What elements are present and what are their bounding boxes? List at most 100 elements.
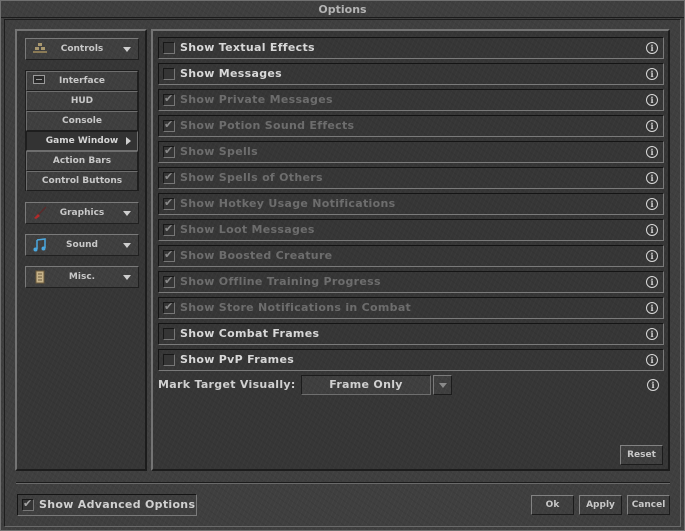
option-label: Show Textual Effects <box>180 41 315 54</box>
check-icon: ✔ <box>164 248 174 261</box>
chevron-down-icon <box>123 275 131 280</box>
checkbox: ✔ <box>163 222 175 236</box>
scroll-icon <box>32 270 48 284</box>
option-row: ✔ Show Private Messages i <box>158 89 664 111</box>
music-note-icon <box>32 238 48 252</box>
option-label: Show Potion Sound Effects <box>180 119 355 132</box>
checkbox: ✔ <box>163 274 175 288</box>
option-row[interactable]: Show Messages i <box>158 63 664 85</box>
sub-item-label: Action Bars <box>52 156 112 166</box>
option-label: Show Hotkey Usage Notifications <box>180 197 396 210</box>
option-row: ✔ Show Spells i <box>158 141 664 163</box>
check-icon: ✔ <box>164 300 174 313</box>
mark-target-dropdown-button[interactable] <box>433 375 452 395</box>
checkbox[interactable] <box>163 68 175 80</box>
sub-item-action-bars[interactable]: Action Bars <box>26 151 138 171</box>
nav-group-label: Controls <box>60 44 104 54</box>
info-icon[interactable]: i <box>646 302 658 314</box>
category-nav-panel: Controls Interface HUD Console Game Wind… <box>15 29 147 471</box>
check-icon: ✔ <box>164 274 174 287</box>
game-window-options-panel: Show Textual Effects i Show Messages i ✔ Show… <box>151 29 670 471</box>
mark-target-value: Frame Only <box>329 378 403 391</box>
option-row[interactable]: Show Combat Frames i <box>158 323 664 345</box>
controls-icon <box>32 42 48 56</box>
info-icon[interactable]: i <box>646 354 658 366</box>
checkbox-label: Show Advanced Options <box>39 498 196 511</box>
option-row[interactable]: Show PvP Frames i <box>158 349 664 371</box>
option-label: Show Spells of Others <box>180 171 323 184</box>
sub-item-console[interactable]: Console <box>26 111 138 131</box>
sub-item-control-buttons[interactable]: Control Buttons <box>26 171 138 191</box>
option-row: ✔ Show Spells of Others i <box>158 167 664 189</box>
sub-item-label: Game Window <box>45 136 119 146</box>
checkbox[interactable] <box>163 328 175 340</box>
sub-item-label: Control Buttons <box>41 176 123 186</box>
nav-group-graphics[interactable]: Graphics <box>25 202 139 224</box>
check-icon: ✔ <box>164 144 174 157</box>
sub-item-label: HUD <box>70 96 94 106</box>
interface-icon <box>33 75 45 84</box>
info-icon[interactable]: i <box>646 276 658 288</box>
info-icon[interactable]: i <box>646 42 658 54</box>
checkbox: ✔ <box>163 118 175 132</box>
info-icon[interactable]: i <box>646 224 658 236</box>
check-icon: ✔ <box>164 222 174 235</box>
info-icon[interactable]: i <box>646 120 658 132</box>
option-label: Show Boosted Creature <box>180 249 333 262</box>
option-label: Show Messages <box>180 67 283 80</box>
option-row[interactable]: Show Textual Effects i <box>158 37 664 59</box>
info-icon[interactable]: i <box>646 198 658 210</box>
checkbox[interactable] <box>163 354 175 366</box>
info-icon[interactable]: i <box>646 94 658 106</box>
checkbox: ✔ <box>163 92 175 106</box>
checkbox[interactable]: ✔ <box>22 497 34 511</box>
option-label: Show Offline Training Progress <box>180 275 381 288</box>
option-label: Show Spells <box>180 145 258 158</box>
checkbox: ✔ <box>163 248 175 262</box>
checkbox: ✔ <box>163 300 175 314</box>
window-title: Options <box>1 1 684 18</box>
option-label: Show Store Notifications in Combat <box>180 301 412 314</box>
info-icon[interactable]: i <box>646 172 658 184</box>
info-icon[interactable]: i <box>646 328 658 340</box>
option-row: ✔ Show Offline Training Progress i <box>158 271 664 293</box>
chevron-down-icon <box>439 383 447 388</box>
option-row: ✔ Show Loot Messages i <box>158 219 664 241</box>
nav-group-label: Sound <box>66 240 98 250</box>
footer-divider <box>16 482 670 484</box>
ok-button[interactable]: Ok <box>531 495 574 515</box>
info-icon[interactable]: i <box>646 146 658 158</box>
nav-group-controls[interactable]: Controls <box>25 38 139 60</box>
option-label: Show Combat Frames <box>180 327 320 340</box>
show-advanced-options-checkbox[interactable]: ✔ Show Advanced Options <box>17 494 197 516</box>
mark-target-select[interactable]: Frame Only <box>301 375 431 395</box>
nav-group-misc[interactable]: Misc. <box>25 266 139 288</box>
check-icon: ✔ <box>164 92 174 105</box>
sub-item-game-window[interactable]: Game Window <box>26 131 138 151</box>
option-label: Show PvP Frames <box>180 353 295 366</box>
sub-item-hud[interactable]: HUD <box>26 91 138 111</box>
option-row: ✔ Show Hotkey Usage Notifications i <box>158 193 664 215</box>
nav-group-label: Misc. <box>68 272 96 282</box>
sub-item-label: Interface <box>58 76 106 86</box>
nav-group-label: Graphics <box>59 208 105 218</box>
option-label: Show Loot Messages <box>180 223 315 236</box>
check-icon: ✔ <box>164 170 174 183</box>
apply-button[interactable]: Apply <box>579 495 622 515</box>
option-row: ✔ Show Store Notifications in Combat i <box>158 297 664 319</box>
chevron-down-icon <box>123 243 131 248</box>
checkbox: ✔ <box>163 196 175 210</box>
check-icon: ✔ <box>164 118 174 131</box>
reset-button[interactable]: Reset <box>620 445 663 465</box>
cancel-button[interactable]: Cancel <box>627 495 670 515</box>
checkbox[interactable] <box>163 42 175 54</box>
option-row: ✔ Show Boosted Creature i <box>158 245 664 267</box>
info-icon[interactable]: i <box>646 68 658 80</box>
info-icon[interactable]: i <box>646 250 658 262</box>
check-icon: ✔ <box>164 196 174 209</box>
info-icon[interactable]: i <box>647 379 659 391</box>
option-row: ✔ Show Potion Sound Effects i <box>158 115 664 137</box>
sub-item-interface[interactable]: Interface <box>26 71 138 91</box>
mark-target-label: Mark Target Visually: <box>158 378 296 391</box>
nav-group-sound[interactable]: Sound <box>25 234 139 256</box>
